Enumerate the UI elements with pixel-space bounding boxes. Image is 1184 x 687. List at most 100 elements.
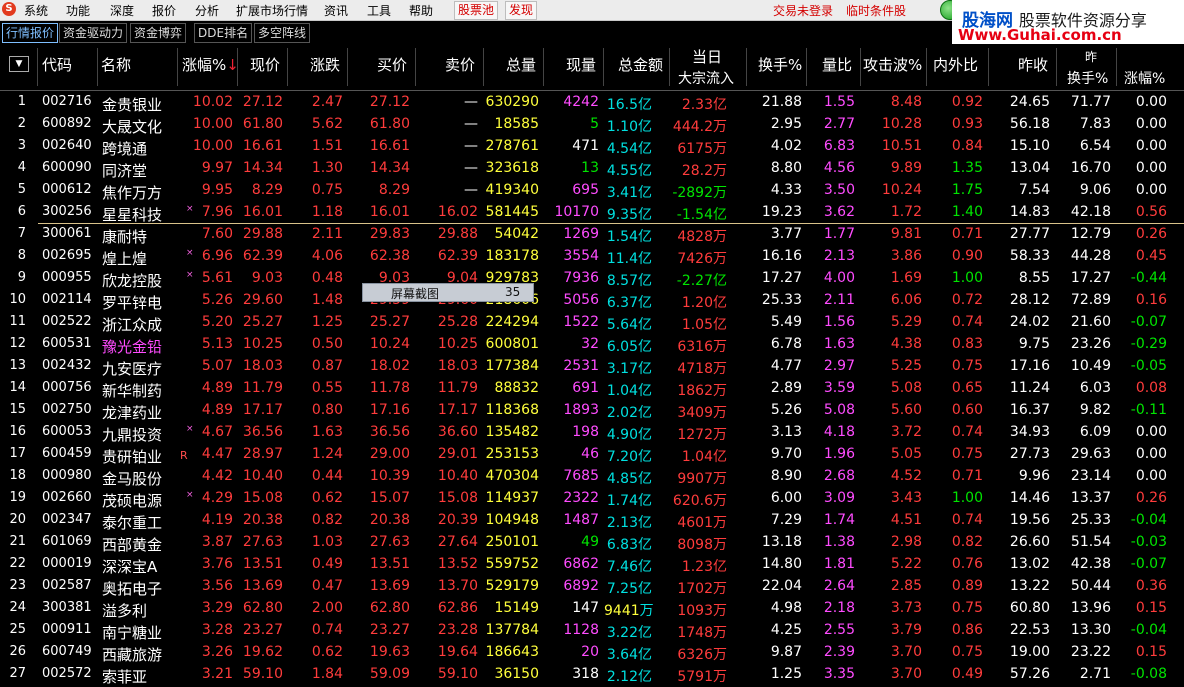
cell-vol: 559752	[484, 556, 539, 572]
cell-name: 星星科技	[102, 204, 172, 225]
table-row[interactable]: 18 000980 金马股份 4.42 10.40 0.44 10.39 10.40 47030…	[0, 466, 1184, 488]
col-pct-2[interactable]: 涨幅%	[1124, 68, 1165, 88]
cell-value: 23.22	[1070, 644, 1111, 660]
menu-depth[interactable]: 深度	[110, 2, 134, 19]
sort-dropdown-icon[interactable]: ▼	[9, 56, 29, 72]
stock-pool-button[interactable]: 股票池	[454, 1, 499, 20]
col-attack-wave[interactable]: 攻击波%	[863, 54, 922, 75]
col-in-out-ratio[interactable]: 内外比	[933, 54, 978, 75]
col-ask[interactable]: 卖价	[445, 54, 475, 75]
col-prev-close[interactable]: 昨收	[1018, 54, 1048, 75]
table-row[interactable]: 7 300061 康耐特 7.60 29.88 2.11 29.83 29.88 54042 12…	[0, 224, 1184, 246]
tab-fund-drive[interactable]: 资金驱动力	[59, 23, 128, 43]
menu-news[interactable]: 资讯	[324, 2, 348, 19]
col-name[interactable]: 名称	[101, 54, 131, 75]
table-row[interactable]: 20 002347 泰尔重工 4.19 20.38 0.82 20.38 20.39 10494…	[0, 510, 1184, 532]
table-row[interactable]: 17 600459 贵研铂业 4.47 28.97 1.24 29.00 29.01 25315…	[0, 444, 1184, 466]
cell-ask: 23.28	[416, 622, 478, 638]
table-row[interactable]: 19 002660 茂硕电源 4.29 15.08 0.62 15.07 15.08 11493…	[0, 488, 1184, 510]
cell-flow: 1272万	[670, 424, 727, 444]
menu-tools[interactable]: 工具	[367, 2, 391, 19]
cell-unit: 亿	[638, 581, 652, 597]
tab-long-short[interactable]: 多空阵线	[254, 23, 311, 43]
col-volume[interactable]: 总量	[506, 54, 536, 75]
table-row[interactable]: 24 300381 溢多利 3.29 62.80 2.00 62.80 62.86 15149 1…	[0, 598, 1184, 620]
cell-value: 22.04	[761, 578, 802, 594]
table-row[interactable]: 13 002432 九安医疗 5.07 18.03 0.87 18.02 18.03 17738…	[0, 356, 1184, 378]
table-row[interactable]: 4 600090 同济堂 9.97 14.34 1.30 14.34 — 323618 13 4.5…	[0, 158, 1184, 180]
cell-p2: 0.26	[1117, 490, 1167, 506]
table-row[interactable]: 11 002522 浙江众成 5.20 25.27 1.25 25.27 25.28 22429…	[0, 312, 1184, 334]
table-row[interactable]: 10002114罗平锌电5.2629.601.4829.5929.6021860…	[0, 290, 1184, 312]
table-row[interactable]: 12 600531 豫光金铅 5.13 10.25 0.50 10.24 10.25 60080…	[0, 334, 1184, 356]
table-row[interactable]: 21 601069 西部黄金 3.87 27.63 1.03 27.63 27.64 25010…	[0, 532, 1184, 554]
row-marker: ×	[186, 424, 194, 434]
cell-value: 3.28	[201, 622, 233, 638]
col-pct[interactable]: 涨幅%↓	[182, 54, 239, 75]
table-row[interactable]: 9 000955 欣龙控股 5.61 9.03 0.48 9.03 9.04 929783 793…	[0, 268, 1184, 290]
cell-p2: 0.00	[1117, 182, 1167, 198]
menu-help[interactable]: 帮助	[409, 2, 433, 19]
tab-dde-rank[interactable]: DDE排名	[194, 23, 253, 43]
cell-value: 5.61	[201, 270, 233, 286]
cell-to2: 51.54	[1057, 534, 1111, 550]
table-row[interactable]: 5 000612 焦作万方 9.95 8.29 0.75 8.29 — 419340 695 3.4…	[0, 180, 1184, 202]
cell-value: 25	[9, 622, 26, 637]
col-turnover[interactable]: 换手%	[758, 54, 802, 75]
col-today[interactable]: 当日	[692, 46, 722, 67]
cell-value: 11.24	[1009, 380, 1050, 396]
discover-button[interactable]: 发现	[505, 1, 538, 20]
temp-condition-stocks[interactable]: 临时条件股	[846, 2, 906, 19]
col-price[interactable]: 现价	[250, 54, 280, 75]
table-row[interactable]: 27 002572 索菲亚 3.21 59.10 1.84 59.09 59.10 36150 3…	[0, 664, 1184, 686]
tab-fund-game[interactable]: 资金博弈	[130, 23, 187, 43]
menu-system[interactable]: 系统	[24, 2, 48, 19]
table-row[interactable]: 2 600892 大晟文化 10.00 61.80 5.62 61.80 — 18585 5 1.1…	[0, 114, 1184, 136]
cell-chg: 0.62	[288, 490, 343, 506]
cell-value: 7426	[677, 251, 713, 267]
table-row[interactable]: 22 000019 深深宝A 3.76 13.51 0.49 13.51 13.52 55975…	[0, 554, 1184, 576]
table-row[interactable]: 6 300256 星星科技 7.96 16.01 1.18 16.01 16.02 581445…	[0, 202, 1184, 224]
table-row[interactable]: 23 002587 奥拓电子 3.56 13.69 0.47 13.69 13.70 52917…	[0, 576, 1184, 598]
table-row[interactable]: 26 600749 西藏旅游 3.26 19.62 0.62 19.63 19.64 18664…	[0, 642, 1184, 664]
cell-value: 16.61	[369, 138, 410, 154]
cell-bid: 19.63	[348, 644, 410, 660]
cell-i: 13	[0, 358, 26, 373]
cell-value: 10.51	[881, 138, 922, 154]
cell-pc: 19.00	[989, 644, 1050, 660]
trade-login-status[interactable]: 交易未登录	[773, 2, 833, 19]
col-current-vol[interactable]: 现量	[566, 54, 596, 75]
table-row[interactable]: 25 000911 南宁糖业 3.28 23.27 0.74 23.27 23.28 13778…	[0, 620, 1184, 642]
tab-quote[interactable]: 行情报价	[2, 23, 59, 43]
col-turnover-2[interactable]: 换手%	[1067, 68, 1108, 88]
cell-name: 深深宝A	[102, 556, 172, 577]
table-row[interactable]: 14 000756 新华制药 4.89 11.79 0.55 11.78 11.79 88832…	[0, 378, 1184, 400]
cell-value: 23.27	[369, 622, 410, 638]
table-row[interactable]: 3 002640 跨境通 10.00 16.61 1.51 16.61 — 278761 471 4…	[0, 136, 1184, 158]
table-row[interactable]: 8 002695 煌上煌 6.96 62.39 4.06 62.38 62.39 183178 3…	[0, 246, 1184, 268]
app-logo-icon[interactable]: S	[2, 2, 16, 16]
col-volume-ratio[interactable]: 量比	[822, 54, 852, 75]
menu-function[interactable]: 功能	[66, 2, 90, 19]
cell-value: 300256	[42, 204, 92, 219]
menu-analysis[interactable]: 分析	[195, 2, 219, 19]
cell-ask: 11.79	[416, 380, 478, 396]
col-code[interactable]: 代码	[42, 54, 72, 75]
col-bid[interactable]: 买价	[377, 54, 407, 75]
col-amount[interactable]: 总金额	[618, 54, 663, 75]
cell-cur: 471	[544, 138, 599, 154]
screenshot-tooltip: 屏幕截图 35	[362, 283, 534, 302]
cell-value: 24.02	[1009, 314, 1050, 330]
table-row[interactable]: 1 002716 金贵银业 10.02 27.12 2.47 27.12 — 630290 424…	[0, 92, 1184, 114]
cell-aw: 5.60	[861, 402, 922, 418]
menu-extended-market[interactable]: 扩展市场行情	[236, 2, 308, 19]
cell-amt: 7.46亿	[604, 556, 652, 576]
menu-quote[interactable]: 报价	[152, 2, 176, 19]
cell-io: 0.75	[927, 446, 983, 462]
col-change[interactable]: 涨跌	[310, 54, 340, 75]
cell-amt: 5.64亿	[604, 314, 652, 334]
col-block-inflow[interactable]: 大宗流入	[678, 68, 734, 88]
cell-value: 0.00	[1135, 94, 1167, 110]
table-row[interactable]: 16 600053 九鼎投资 4.67 36.56 1.63 36.56 36.60 13548…	[0, 422, 1184, 444]
table-row[interactable]: 15 002750 龙津药业 4.89 17.17 0.80 17.16 17.17 11836…	[0, 400, 1184, 422]
